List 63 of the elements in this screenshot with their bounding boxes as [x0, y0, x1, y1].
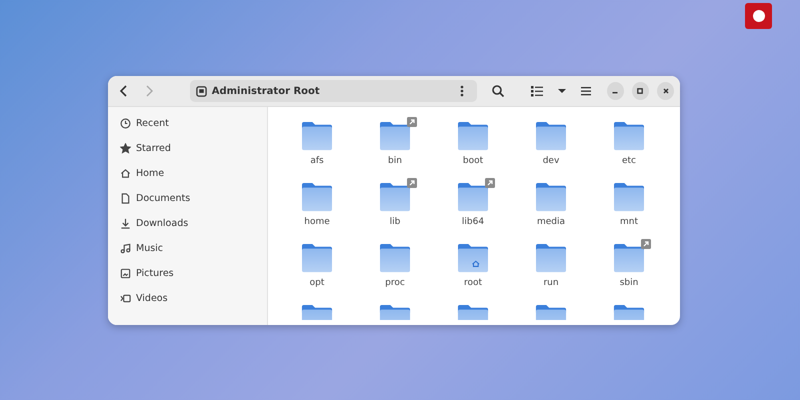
folder-icon: [535, 304, 567, 320]
folder-icon: [535, 182, 567, 212]
music-icon: [120, 243, 131, 254]
folder-icon: [301, 182, 333, 212]
star-icon: [120, 143, 131, 154]
file-name[interactable]: sbin: [620, 278, 638, 288]
file-name[interactable]: etc: [622, 156, 636, 166]
folder-icon: [613, 121, 645, 151]
file-name[interactable]: run: [543, 278, 559, 288]
document-icon: [120, 193, 131, 204]
folder-icon: [457, 304, 489, 320]
file-name[interactable]: afs: [310, 156, 324, 166]
menu-icon: [579, 84, 594, 98]
list-icon: [530, 84, 544, 98]
sidebar-item[interactable]: Music: [136, 243, 164, 254]
close-button[interactable]: [656, 82, 674, 100]
close-icon: [662, 87, 670, 95]
file-name[interactable]: boot: [462, 156, 484, 166]
sidebar-item[interactable]: Downloads: [136, 218, 188, 229]
minimize-button[interactable]: [606, 82, 624, 100]
folder-icon: [301, 121, 333, 151]
file-name[interactable]: media: [536, 217, 566, 227]
sidebar-item[interactable]: Videos: [136, 293, 168, 304]
folder-icon: [613, 182, 645, 212]
folder-icon: [457, 121, 489, 151]
folder-icon: [613, 304, 645, 320]
video-icon: [120, 293, 131, 304]
home-icon: [120, 168, 131, 179]
sidebar-item[interactable]: Recent: [136, 118, 169, 129]
file-name[interactable]: dev: [542, 156, 560, 166]
sidebar-item[interactable]: Starred: [136, 143, 171, 154]
sidebar-item[interactable]: Documents: [136, 193, 190, 204]
search-icon: [490, 84, 505, 98]
folder-icon: [379, 243, 411, 273]
download-icon: [120, 218, 131, 229]
record-indicator-icon[interactable]: [745, 3, 772, 29]
sidebar-item[interactable]: Pictures: [136, 268, 174, 279]
folder-icon: [535, 121, 567, 151]
file-name[interactable]: mnt: [620, 217, 638, 227]
folder-icon: [301, 304, 333, 320]
location-bar[interactable]: Administrator Root: [190, 80, 478, 102]
folder-icon: [457, 182, 489, 212]
file-name[interactable]: proc: [385, 278, 405, 288]
file-name[interactable]: home: [304, 217, 330, 227]
maximize-button[interactable]: [632, 82, 649, 100]
folder-icon: [613, 243, 645, 273]
picture-icon: [120, 268, 131, 279]
recent-icon: [120, 118, 131, 129]
file-name[interactable]: bin: [388, 156, 402, 166]
folder-icon: [301, 243, 333, 273]
file-name[interactable]: root: [464, 278, 482, 288]
folder-icon: [379, 304, 411, 320]
folder-icon: [379, 121, 411, 151]
drive-icon: [196, 86, 207, 96]
folder-icon: [379, 182, 411, 212]
location-title: Administrator Root: [212, 86, 321, 96]
file-name[interactable]: lib: [390, 217, 400, 227]
folder-icon: [535, 243, 567, 273]
folder-icon: [457, 243, 489, 273]
sidebar-item[interactable]: Home: [136, 168, 164, 179]
maximize-icon: [636, 87, 644, 95]
file-name[interactable]: opt: [310, 278, 324, 288]
file-name[interactable]: lib64: [462, 217, 484, 227]
